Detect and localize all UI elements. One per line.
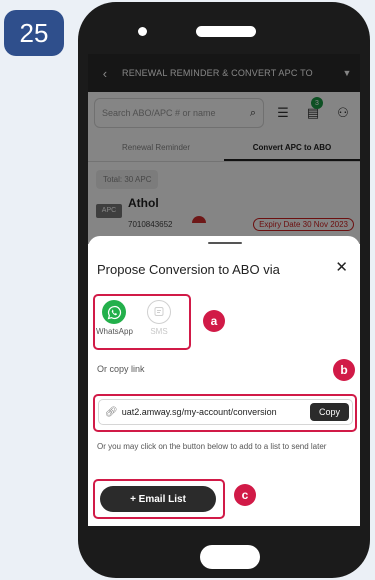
sms-label: SMS xyxy=(150,327,168,336)
link-text[interactable]: uat2.amway.sg/my-account/conversion xyxy=(122,407,310,417)
dim-overlay[interactable] xyxy=(88,54,360,244)
whatsapp-label: WhatsApp xyxy=(96,327,133,336)
phone-frame: ‹ RENEWAL REMINDER & CONVERT APC TO ▼ Se… xyxy=(78,2,370,578)
whatsapp-icon xyxy=(102,300,126,324)
sms-share-button[interactable]: SMS xyxy=(144,300,174,336)
camera-dot xyxy=(138,27,147,36)
paperclip-icon: 🔗︎ xyxy=(105,406,118,418)
email-list-button[interactable]: + Email List xyxy=(100,486,216,512)
email-list-note: Or you may click on the button below to … xyxy=(97,442,327,451)
share-bottom-sheet: Propose Conversion to ABO via ✕ WhatsApp… xyxy=(88,236,360,526)
marker-b: b xyxy=(333,359,355,381)
sheet-title: Propose Conversion to ABO via xyxy=(97,262,280,277)
close-icon[interactable]: ✕ xyxy=(335,258,348,276)
copy-button[interactable]: Copy xyxy=(309,403,349,421)
step-number-badge: 25 xyxy=(4,10,64,56)
whatsapp-share-button[interactable]: WhatsApp xyxy=(96,300,133,336)
speaker-bar xyxy=(196,26,256,37)
sms-icon xyxy=(147,300,171,324)
sheet-drag-handle[interactable] xyxy=(208,242,242,244)
app-screen: ‹ RENEWAL REMINDER & CONVERT APC TO ▼ Se… xyxy=(88,54,360,526)
link-field[interactable]: 🔗︎ uat2.amway.sg/my-account/conversion C… xyxy=(98,399,353,425)
home-button[interactable] xyxy=(200,545,260,569)
marker-a: a xyxy=(203,310,225,332)
copy-link-heading: Or copy link xyxy=(97,364,145,374)
marker-c: c xyxy=(234,484,256,506)
